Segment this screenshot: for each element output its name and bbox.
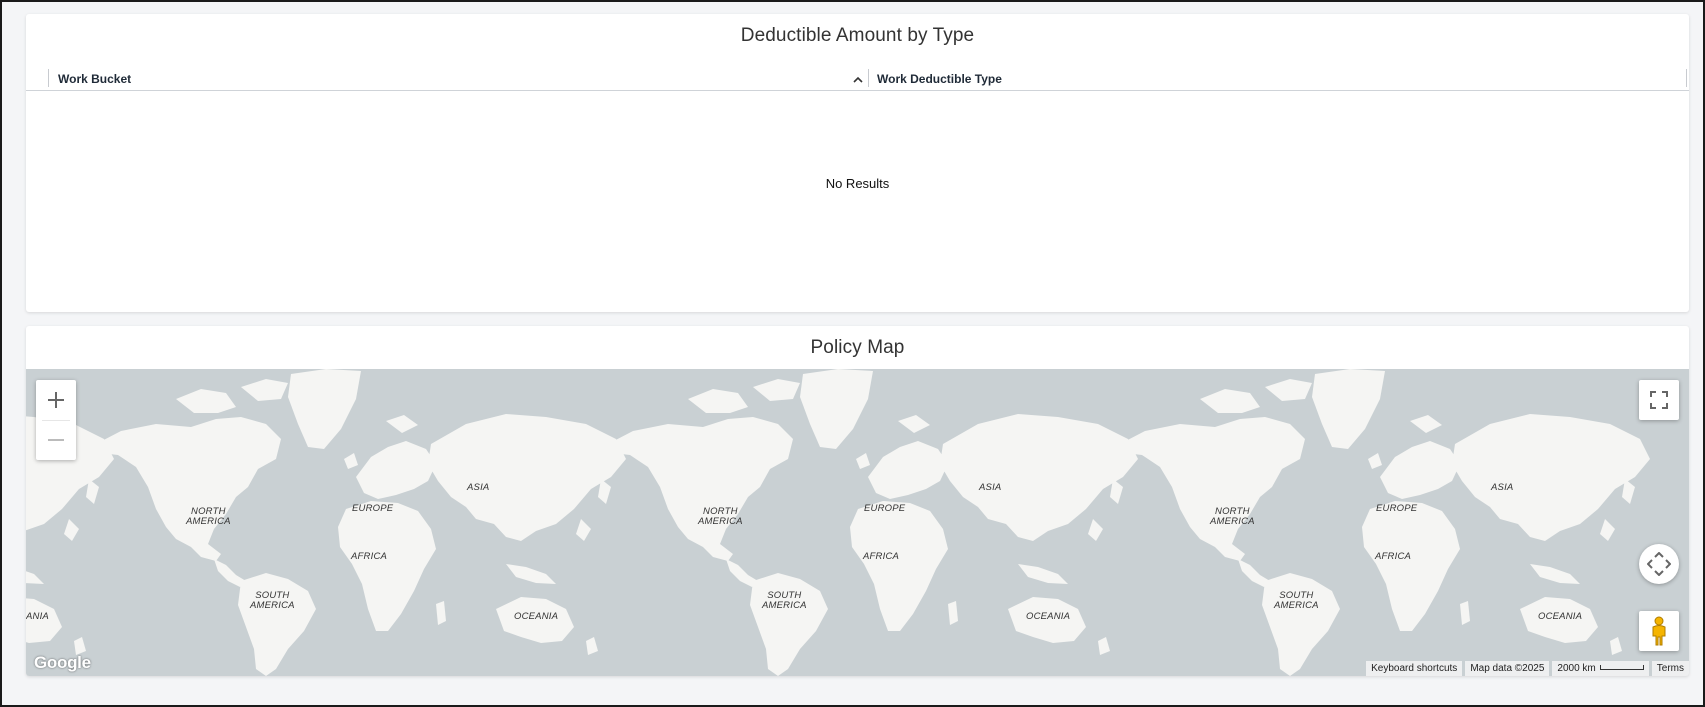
- map-card-title: Policy Map: [810, 337, 905, 358]
- label-north-america: NORTH AMERICA: [698, 506, 743, 527]
- scale-bar-icon: [1599, 664, 1644, 670]
- map-scale[interactable]: 2000 km: [1552, 661, 1649, 676]
- column-divider[interactable]: [868, 69, 869, 87]
- map-attribution-bar: Keyboard shortcuts Map data ©2025 2000 k…: [1363, 661, 1689, 676]
- label-south-america: SOUTH AMERICA: [1274, 590, 1319, 611]
- label-asia: ASIA: [979, 482, 1002, 493]
- camera-pan-button[interactable]: [1639, 544, 1679, 584]
- no-results-message: No Results: [825, 176, 890, 191]
- table-card-title: Deductible Amount by Type: [740, 25, 975, 46]
- label-south-america: SOUTH AMERICA: [762, 590, 807, 611]
- page-frame: Deductible Amount by Type Work Bucket Wo…: [0, 0, 1705, 707]
- label-north-america: NORTH AMERICA: [1210, 506, 1255, 527]
- deductible-table-card: Deductible Amount by Type Work Bucket Wo…: [26, 14, 1689, 312]
- fullscreen-button[interactable]: [1639, 380, 1679, 420]
- label-asia: ASIA: [467, 482, 490, 493]
- zoom-in-button[interactable]: [36, 380, 76, 420]
- minus-icon: [48, 439, 64, 441]
- column-divider[interactable]: [48, 69, 49, 87]
- keyboard-shortcuts-link[interactable]: Keyboard shortcuts: [1366, 661, 1463, 676]
- world-map-tiles: [26, 369, 1650, 676]
- label-europe: EUROPE: [1376, 503, 1418, 514]
- label-south-america: SOUTH AMERICA: [250, 590, 295, 611]
- label-africa: AFRICA: [863, 551, 900, 562]
- label-europe: EUROPE: [864, 503, 906, 514]
- label-oceania: OCEANIA: [514, 611, 559, 622]
- label-north-america: NORTH AMERICA: [186, 506, 231, 527]
- label-asia: ASIA: [1491, 482, 1514, 493]
- label-europe: EUROPE: [352, 503, 394, 514]
- label-oceania: OCEANIA: [1026, 611, 1071, 622]
- map-data-credit: Map data ©2025: [1465, 661, 1550, 676]
- column-divider[interactable]: [1686, 69, 1687, 87]
- zoom-control: [36, 380, 76, 460]
- table-header-row: Work Bucket Work Deductible Type: [26, 55, 1689, 91]
- label-oceania: OCEANIA: [1538, 611, 1583, 622]
- label-africa: AFRICA: [1375, 551, 1412, 562]
- map-scale-label: 2000 km: [1557, 663, 1596, 674]
- fullscreen-icon: [1650, 391, 1668, 409]
- label-antarctica-fragment: ANIA: [26, 611, 49, 622]
- label-africa: AFRICA: [351, 551, 388, 562]
- zoom-out-button[interactable]: [36, 420, 76, 460]
- terms-link[interactable]: Terms: [1651, 661, 1689, 676]
- column-header-work-deductible-type[interactable]: Work Deductible Type: [877, 72, 1002, 86]
- sort-ascending-icon[interactable]: [850, 74, 866, 86]
- google-logo[interactable]: Google: [34, 653, 91, 673]
- pan-arrows-icon: [1647, 552, 1671, 576]
- street-view-button[interactable]: [1639, 611, 1679, 651]
- plus-icon: [48, 392, 64, 408]
- policy-map[interactable]: NORTH AMERICA NORTH AMERICA NORTH AMERIC…: [26, 369, 1689, 676]
- column-header-work-bucket[interactable]: Work Bucket: [58, 72, 131, 86]
- policy-map-card: Policy Map NORTH AMERICA NORTH AMERICA N…: [26, 326, 1689, 676]
- pegman-icon: [1652, 616, 1666, 646]
